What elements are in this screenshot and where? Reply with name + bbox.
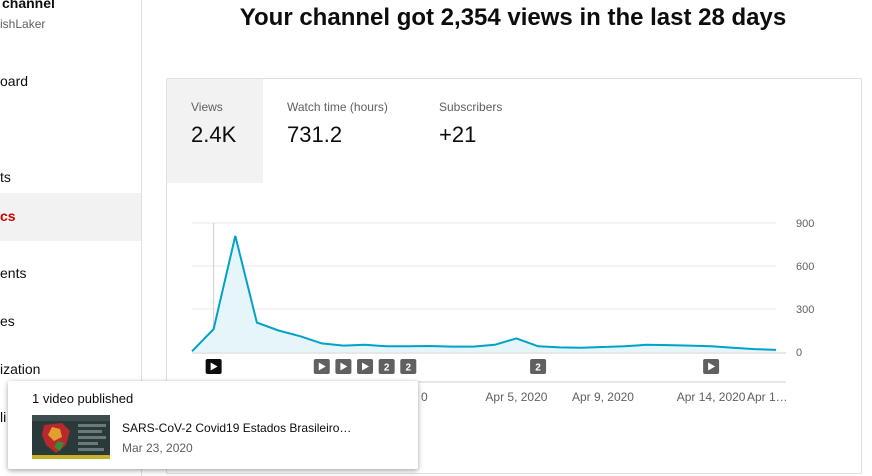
sidebar-item-label: ization [0, 361, 41, 377]
channel-handle: ishLaker [0, 17, 46, 31]
publish-marker-count[interactable]: 2 [378, 359, 395, 374]
sidebar-item-label: li [0, 409, 7, 425]
sidebar-item-label: es [0, 313, 15, 329]
views-area [192, 235, 776, 352]
publish-markers: 2 2 2 [205, 359, 720, 374]
y-tick-label: 0 [796, 347, 802, 359]
sidebar-item-label: ents [0, 265, 27, 281]
publish-marker-count[interactable]: 2 [400, 359, 417, 374]
svg-text:2: 2 [406, 363, 412, 374]
video-thumbnail[interactable] [32, 415, 110, 459]
svg-text:2: 2 [535, 363, 541, 374]
published-video-popup: 1 video published SARS-CoV-2 Covid19 Est… [8, 381, 418, 469]
y-axis-ticks: 900 600 300 0 [796, 218, 814, 359]
sidebar-item-comments[interactable]: ents [0, 250, 141, 298]
sidebar-item-subtitles[interactable]: es [0, 298, 141, 346]
x-tick-label: Apr 14, 2020 [677, 390, 746, 404]
sidebar-item-analytics[interactable]: cs [0, 193, 141, 241]
y-tick-label: 900 [796, 218, 814, 230]
popup-title: 1 video published [32, 391, 134, 406]
x-axis-ticks: Apr 5, 2020 Apr 9, 2020 Apr 14, 2020 Apr 1…… [421, 390, 788, 404]
svg-text:2: 2 [384, 363, 390, 374]
y-tick-label: 300 [796, 304, 814, 316]
x-tick-label: Apr 5, 2020 [485, 390, 547, 404]
page-title: Your channel got 2,354 views in the last… [239, 4, 787, 31]
sidebar-item-label: ts [0, 169, 11, 185]
publish-marker-play[interactable] [205, 359, 222, 374]
x-tick-label: 0 [421, 390, 428, 404]
channel-title: channel [2, 0, 55, 11]
thumbnail-image [32, 415, 110, 459]
publish-marker-play[interactable] [313, 359, 330, 374]
video-date: Mar 23, 2020 [122, 441, 193, 455]
publish-marker-play[interactable] [335, 359, 352, 374]
x-tick-label: Apr 9, 2020 [572, 390, 634, 404]
x-tick-label: Apr 1… [747, 390, 788, 404]
publish-marker-play[interactable] [357, 359, 374, 374]
publish-marker-play[interactable] [703, 359, 720, 374]
video-title[interactable]: SARS-CoV-2 Covid19 Estados Brasileiro… [122, 421, 351, 435]
y-tick-label: 600 [796, 261, 814, 273]
sidebar-item-dashboard[interactable]: oard [0, 58, 141, 106]
sidebar-item-label: oard [0, 73, 29, 89]
sidebar-item-label: cs [0, 208, 16, 224]
publish-marker-count[interactable]: 2 [530, 359, 547, 374]
